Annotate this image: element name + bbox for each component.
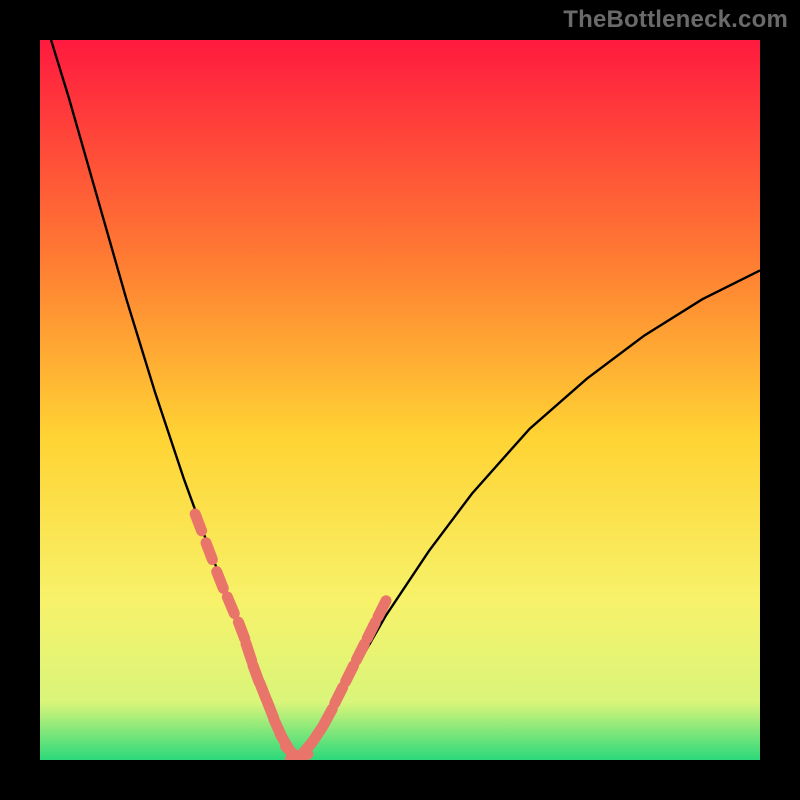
marker-dash [335,687,343,703]
marker-dash [206,543,212,560]
marker-dash [217,572,224,589]
marker-dash [367,622,375,638]
marker-dash [238,622,244,639]
chart-svg [40,40,760,760]
marker-dash [324,709,333,725]
chart-frame: TheBottleneck.com [0,0,800,800]
plot-area [40,40,760,760]
marker-dash [195,514,201,531]
watermark-text: TheBottleneck.com [563,6,788,34]
marker-dash [356,644,364,660]
gradient-background [40,40,760,760]
marker-dash [346,666,354,682]
marker-dash [227,597,234,614]
marker-dash [246,644,252,661]
marker-dash [378,601,386,617]
